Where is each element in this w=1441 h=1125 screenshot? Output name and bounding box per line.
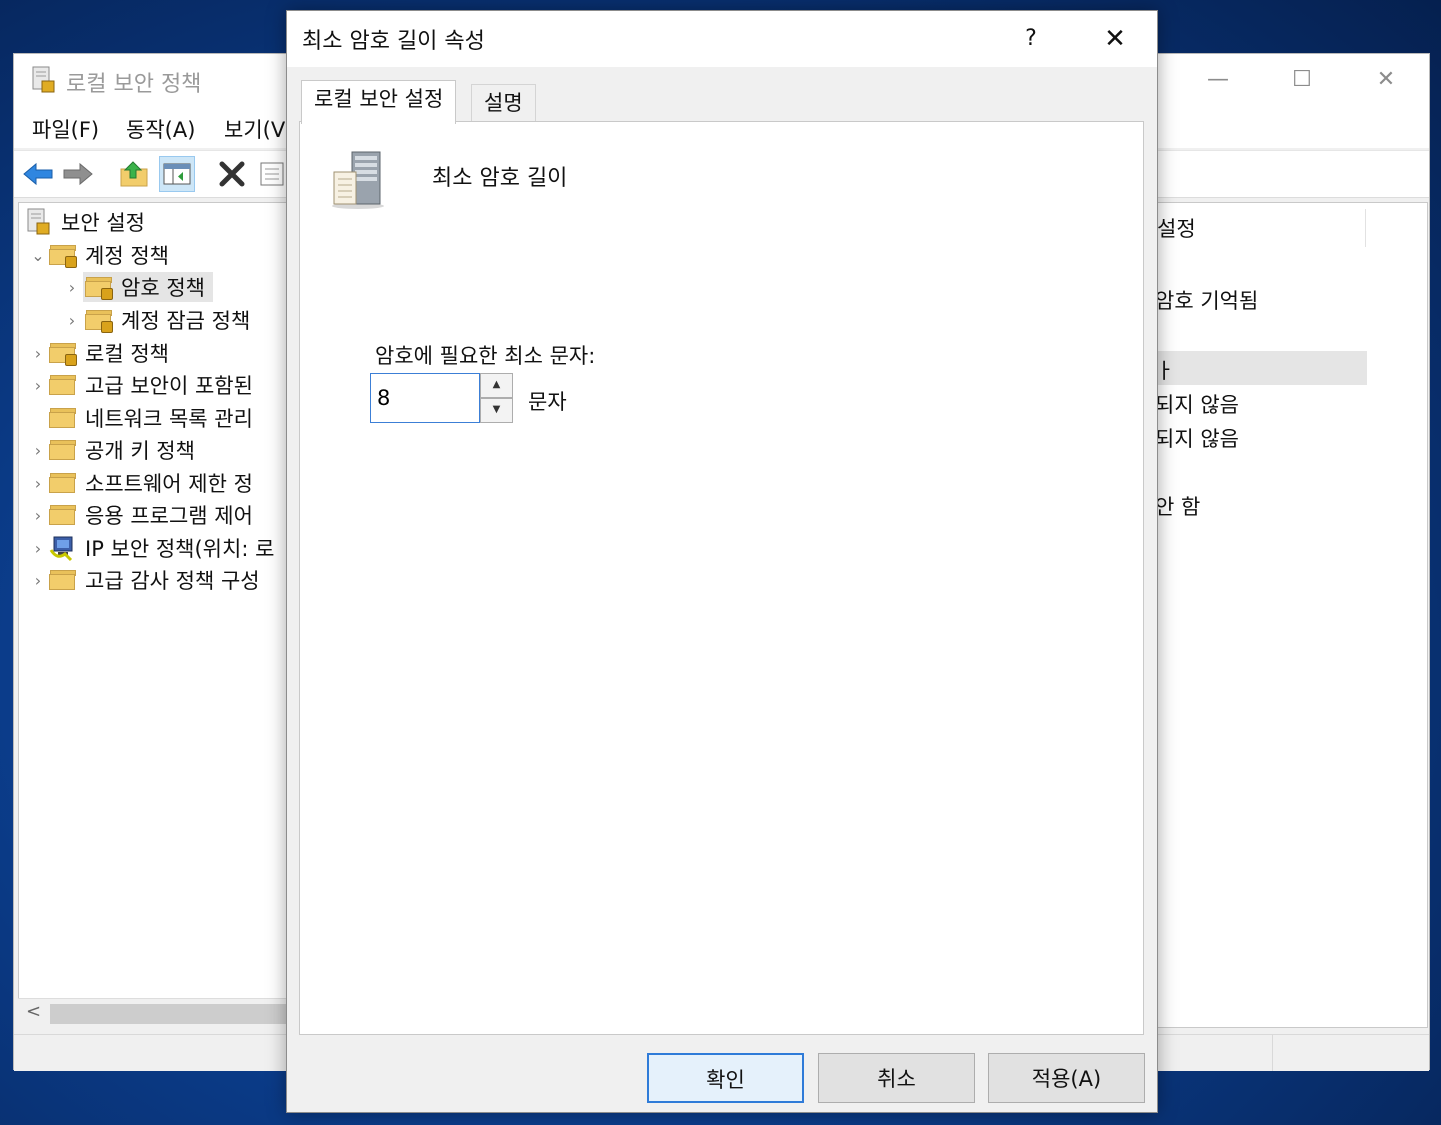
- folder-icon: [49, 408, 76, 428]
- tree-item-label: 로컬 정책: [85, 342, 169, 366]
- expand-icon[interactable]: ›: [27, 571, 49, 590]
- menu-action[interactable]: 동작(A): [126, 114, 195, 144]
- tree-item-security-settings[interactable]: 보안 설정: [25, 206, 145, 238]
- expand-icon[interactable]: ›: [27, 474, 49, 493]
- tree-item-label: 응용 프로그램 제어: [85, 504, 253, 528]
- tab-panel: 최소 암호 길이 암호에 필요한 최소 문자: ▲ ▼ 문자: [299, 121, 1144, 1035]
- ok-button[interactable]: 확인: [647, 1053, 804, 1103]
- forward-button[interactable]: [60, 156, 96, 192]
- tree-item-label: IP 보안 정책(위치: 로: [85, 537, 275, 561]
- scrollbar-thumb[interactable]: [50, 1004, 316, 1024]
- cancel-button[interactable]: 취소: [818, 1053, 975, 1103]
- back-button[interactable]: [20, 156, 56, 192]
- tree-item-account-lockout-policy[interactable]: › 계정 잠금 정책: [61, 304, 250, 336]
- folder-icon: [49, 570, 76, 590]
- min-length-spinner: ▲ ▼: [370, 373, 513, 423]
- setting-value: 되지 않음: [1155, 427, 1239, 451]
- tree-item-label: 고급 보안이 포함된: [85, 374, 253, 398]
- ip-security-icon: [49, 536, 73, 562]
- up-folder-button[interactable]: [116, 156, 152, 192]
- folder-icon: [49, 505, 76, 525]
- back-arrow-icon: [23, 162, 53, 186]
- tree-item-label: 보안 설정: [61, 211, 145, 235]
- tree-item-software-restriction[interactable]: › 소프트웨어 제한 정: [27, 467, 253, 499]
- tree-item-local-policies[interactable]: › 로컬 정책: [27, 337, 169, 369]
- minimize-button[interactable]: —: [1198, 64, 1238, 96]
- dialog-title: 최소 암호 길이 속성: [302, 29, 485, 54]
- tree-item-label: 소프트웨어 제한 정: [85, 472, 253, 496]
- collapse-icon[interactable]: ⌄: [27, 246, 49, 265]
- horizontal-scrollbar[interactable]: <: [18, 998, 318, 1029]
- maximize-button[interactable]: ☐: [1282, 64, 1322, 96]
- tree-item-label: 암호 정책: [121, 276, 205, 300]
- tree-item-label: 고급 감사 정책 구성: [85, 569, 260, 593]
- unit-label: 문자: [528, 390, 567, 414]
- locked-folder-icon: [85, 277, 113, 300]
- delete-button[interactable]: [214, 156, 250, 192]
- tree-item-advanced-audit[interactable]: › 고급 감사 정책 구성: [27, 564, 260, 596]
- scroll-left-icon[interactable]: <: [26, 1001, 41, 1022]
- tree-item-account-policies[interactable]: ⌄ 계정 정책: [27, 239, 169, 271]
- delete-icon: [219, 161, 245, 187]
- tree-item-label: 네트워크 목록 관리: [85, 407, 253, 431]
- tree-item-network-list-manager[interactable]: 네트워크 목록 관리: [27, 402, 253, 434]
- min-length-input[interactable]: [370, 373, 480, 423]
- locked-folder-icon: [49, 343, 77, 366]
- folder-icon: [49, 473, 76, 493]
- apply-button[interactable]: 적용(A): [988, 1053, 1145, 1103]
- status-divider: [1272, 1035, 1273, 1071]
- min-password-length-properties-dialog: 최소 암호 길이 속성 ? ✕ 로컬 보안 설정 설명 최소 암호 길이 암호에…: [286, 10, 1158, 1113]
- selected-highlight: 암호 정책: [83, 272, 213, 302]
- security-policy-icon: [27, 208, 50, 235]
- locked-folder-icon: [85, 310, 113, 333]
- close-button[interactable]: ✕: [1366, 64, 1406, 96]
- dialog-close-button[interactable]: ✕: [1093, 19, 1137, 59]
- up-folder-icon: [120, 161, 148, 187]
- show-hide-tree-icon: [163, 163, 191, 185]
- tree-item-label: 계정 정책: [85, 244, 169, 268]
- background-window-title: 로컬 보안 정책: [66, 72, 202, 97]
- tree-item-public-key-policies[interactable]: › 공개 키 정책: [27, 434, 195, 466]
- selected-row[interactable]: [1155, 351, 1367, 385]
- tree-item-password-policy[interactable]: › 암호 정책: [61, 271, 213, 303]
- min-length-label: 암호에 필요한 최소 문자:: [375, 344, 596, 368]
- tree-item-ip-security[interactable]: › IP 보안 정책(위치: 로: [27, 532, 274, 564]
- tree-item-application-control[interactable]: › 응용 프로그램 제어: [27, 499, 253, 531]
- tree-item-advanced-security[interactable]: › 고급 보안이 포함된: [27, 369, 253, 401]
- spin-up-button[interactable]: ▲: [480, 373, 513, 398]
- setting-value: 되지 않음: [1155, 393, 1239, 417]
- properties-button[interactable]: [254, 156, 290, 192]
- dialog-titlebar: 최소 암호 길이 속성 ? ✕: [287, 11, 1157, 67]
- expand-icon[interactable]: ›: [27, 344, 49, 363]
- menu-view[interactable]: 보기(V: [224, 114, 285, 144]
- menu-file[interactable]: 파일(F): [32, 114, 99, 144]
- setting-value: 안 함: [1155, 495, 1201, 519]
- column-header-setting[interactable]: 설정: [1157, 213, 1196, 243]
- expand-icon[interactable]: ›: [27, 539, 49, 558]
- spin-down-button[interactable]: ▼: [480, 398, 513, 423]
- details-pane: 설정 암호 기억됨 ㅏ 되지 않음 되지 않음 안 함: [1154, 202, 1428, 1028]
- expand-icon[interactable]: ›: [61, 311, 83, 330]
- expand-icon[interactable]: ›: [27, 376, 49, 395]
- tab-explain[interactable]: 설명: [471, 84, 536, 122]
- column-divider: [1365, 209, 1366, 247]
- server-policy-icon: [332, 151, 384, 209]
- properties-icon: [260, 162, 284, 186]
- locked-folder-icon: [49, 245, 77, 268]
- show-hide-tree-button[interactable]: [159, 156, 195, 192]
- help-button[interactable]: ?: [1013, 21, 1049, 57]
- forward-arrow-icon: [63, 162, 93, 186]
- tree-item-label: 공개 키 정책: [85, 439, 195, 463]
- folder-icon: [49, 375, 76, 395]
- tab-local-security-setting[interactable]: 로컬 보안 설정: [301, 80, 457, 124]
- policy-name: 최소 암호 길이: [432, 166, 568, 191]
- tree-pane: 보안 설정 ⌄ 계정 정책 › 암호 정책 › 계정 잠금 정책 › 로컬 정책: [18, 202, 318, 1028]
- folder-icon: [49, 440, 76, 460]
- expand-icon[interactable]: ›: [61, 278, 83, 297]
- tree-item-label: 계정 잠금 정책: [121, 309, 251, 333]
- setting-value: 암호 기억됨: [1155, 289, 1259, 313]
- expand-icon[interactable]: ›: [27, 506, 49, 525]
- security-policy-app-icon: [32, 66, 55, 93]
- expand-icon[interactable]: ›: [27, 441, 49, 460]
